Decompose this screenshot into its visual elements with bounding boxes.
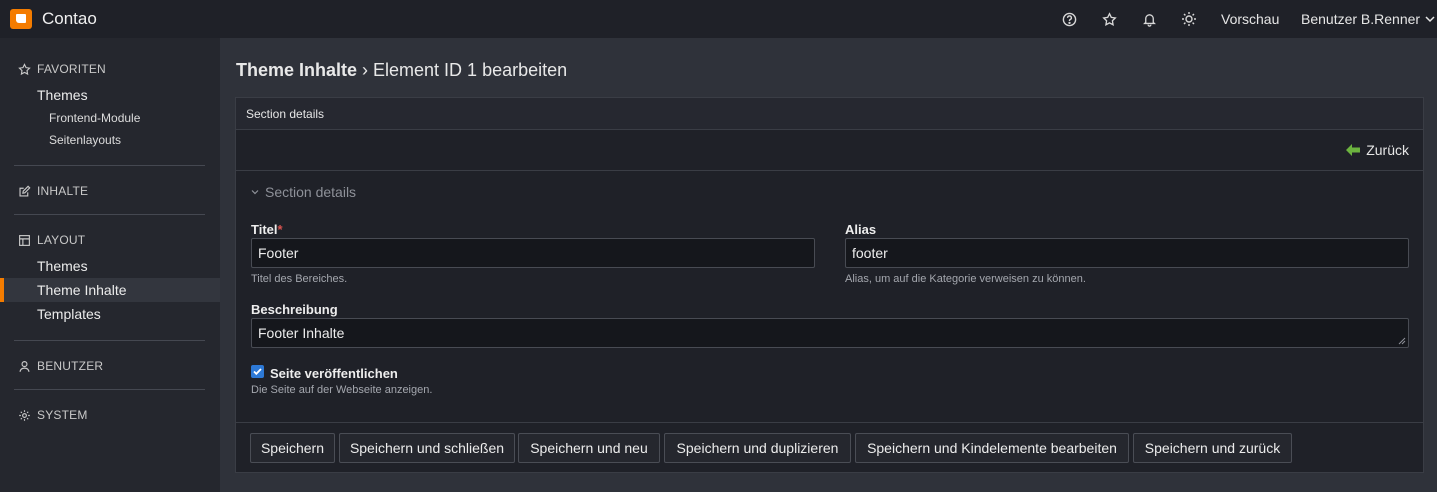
save-button[interactable]: Speichern	[250, 433, 335, 463]
save-and-back-button[interactable]: Speichern und zurück	[1133, 433, 1292, 463]
help-circle-icon[interactable]	[1059, 9, 1079, 29]
sidebar-divider	[14, 389, 205, 390]
nav-group-users[interactable]: BENUTZER	[18, 359, 103, 373]
resize-handle-icon[interactable]	[1396, 335, 1406, 345]
fieldset-legend-label: Section details	[265, 184, 357, 200]
publish-help-text: Die Seite auf der Webseite anzeigen.	[251, 384, 433, 396]
sidebar-item-templates[interactable]: Templates	[0, 302, 220, 326]
sidebar-divider	[14, 165, 205, 166]
publish-label[interactable]: Seite veröffentlichen	[270, 366, 398, 381]
page-title-section: Theme Inhalte	[236, 60, 358, 80]
nav-group-system[interactable]: SYSTEM	[18, 408, 88, 422]
title-field-label: Titel*	[251, 222, 283, 237]
preview-link[interactable]: Vorschau	[1221, 11, 1279, 27]
title-input[interactable]: Footer	[251, 238, 815, 268]
nav-group-system-label: SYSTEM	[37, 408, 88, 422]
back-button-label: Zurück	[1366, 142, 1409, 158]
nav-group-favorites[interactable]: FAVORITEN	[18, 62, 106, 76]
nav-group-favorites-label: FAVORITEN	[37, 62, 106, 76]
user-menu[interactable]: Benutzer B.Renner	[1301, 11, 1435, 27]
sidebar: FAVORITEN Themes Frontend-Module Seitenl…	[0, 38, 220, 492]
app-title[interactable]: Contao	[42, 9, 97, 29]
arrow-left-icon	[1346, 144, 1361, 156]
nav-group-layout[interactable]: LAYOUT	[18, 233, 85, 247]
back-button[interactable]: Zurück	[1346, 142, 1409, 158]
alias-help-text: Alias, um auf die Kategorie verweisen zu…	[845, 273, 1086, 285]
alias-input[interactable]: footer	[845, 238, 1409, 268]
chevron-down-icon	[251, 190, 259, 195]
sidebar-item-theme-inhalte[interactable]: Theme Inhalte	[0, 278, 220, 302]
description-value: Footer Inhalte	[258, 325, 345, 341]
checkmark-icon	[253, 368, 262, 376]
publish-checkbox[interactable]	[251, 365, 264, 378]
fieldset-legend[interactable]: Section details	[251, 184, 356, 200]
star-icon[interactable]	[1099, 9, 1119, 29]
buttons-divider	[236, 422, 1423, 423]
alias-field-label: Alias	[845, 222, 877, 237]
sidebar-divider	[14, 340, 205, 341]
nav-group-content-label: INHALTE	[37, 184, 89, 198]
legend-divider	[236, 170, 1423, 171]
required-marker: *	[277, 222, 283, 237]
title-help-text: Titel des Bereiches.	[251, 273, 348, 285]
sidebar-item-page-layouts[interactable]: Seitenlayouts	[49, 133, 121, 147]
gear-icon	[19, 409, 30, 421]
page-title: Theme Inhalte › Element ID 1 bearbeiten	[236, 60, 567, 81]
chevron-down-icon	[1425, 16, 1435, 23]
layout-icon	[19, 234, 30, 246]
edit-icon	[19, 184, 31, 197]
sun-icon[interactable]	[1179, 9, 1199, 29]
nav-group-content[interactable]: INHALTE	[18, 184, 88, 198]
user-icon	[19, 360, 30, 372]
nav-group-users-label: BENUTZER	[37, 359, 104, 373]
bell-icon[interactable]	[1139, 9, 1159, 29]
description-field-label: Beschreibung	[251, 302, 338, 317]
contao-logo-icon[interactable]	[10, 9, 32, 29]
sidebar-divider	[14, 214, 205, 215]
save-and-new-button[interactable]: Speichern und neu	[518, 433, 660, 463]
page-title-detail: › Element ID 1 bearbeiten	[357, 60, 568, 80]
star-icon	[18, 62, 31, 75]
title-label-text: Titel	[251, 222, 278, 237]
description-textarea[interactable]: Footer Inhalte	[251, 318, 1409, 348]
sidebar-item-frontend-modules[interactable]: Frontend-Module	[49, 111, 140, 125]
save-and-duplicate-button[interactable]: Speichern und duplizieren	[664, 433, 851, 463]
user-menu-label: Benutzer B.Renner	[1301, 11, 1421, 27]
top-bar: Contao Vorschau Benutzer B.Renner	[0, 0, 1437, 38]
edit-panel: Section details Zurück Section details T…	[235, 97, 1424, 473]
save-and-edit-children-button[interactable]: Speichern und Kindelemente bearbeiten	[855, 433, 1129, 463]
sidebar-item-themes[interactable]: Themes	[0, 254, 220, 278]
nav-group-layout-label: LAYOUT	[37, 233, 86, 247]
sidebar-item-favorites-themes[interactable]: Themes	[0, 83, 220, 107]
panel-header: Section details	[236, 98, 1423, 130]
save-and-close-button[interactable]: Speichern und schließen	[339, 433, 515, 463]
